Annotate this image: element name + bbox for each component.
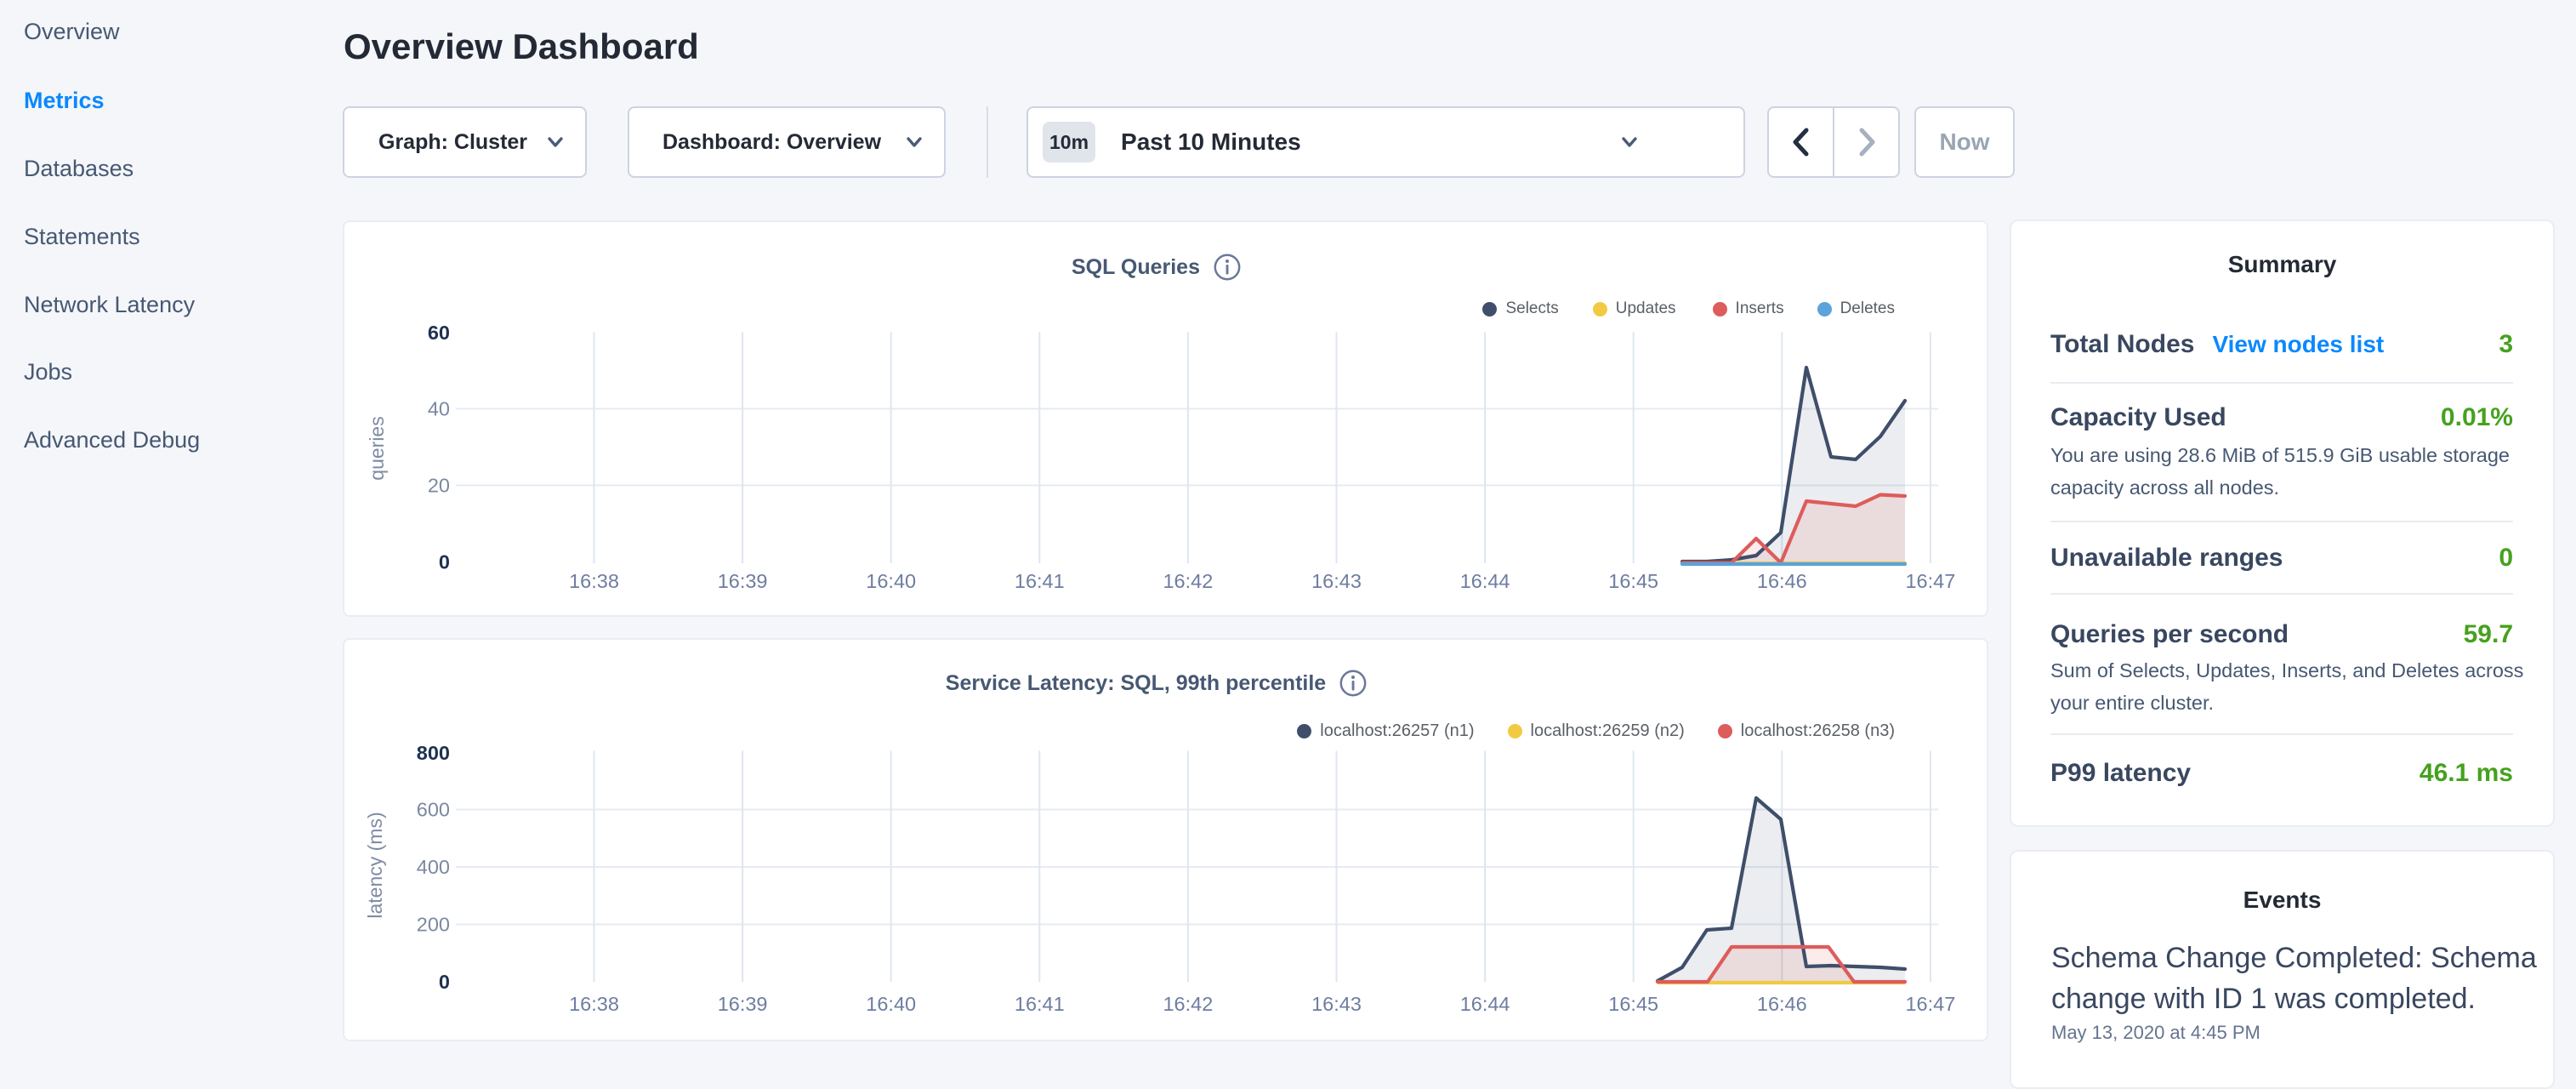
- svg-text:16:47: 16:47: [1905, 570, 1955, 592]
- svg-text:16:42: 16:42: [1163, 570, 1213, 592]
- svg-text:16:40: 16:40: [866, 570, 916, 592]
- svg-text:800: 800: [417, 742, 450, 764]
- svg-text:0: 0: [439, 551, 450, 573]
- svg-text:16:40: 16:40: [866, 993, 916, 1015]
- svg-text:0: 0: [439, 971, 450, 993]
- svg-text:16:46: 16:46: [1757, 993, 1807, 1015]
- svg-text:16:39: 16:39: [718, 570, 768, 592]
- svg-text:16:43: 16:43: [1311, 570, 1362, 592]
- svg-text:16:42: 16:42: [1163, 993, 1213, 1015]
- svg-text:queries: queries: [366, 416, 388, 480]
- svg-text:20: 20: [428, 475, 450, 497]
- svg-text:600: 600: [417, 799, 450, 821]
- svg-text:16:44: 16:44: [1460, 993, 1510, 1015]
- svg-text:400: 400: [417, 856, 450, 878]
- svg-text:200: 200: [417, 914, 450, 936]
- svg-text:16:46: 16:46: [1757, 570, 1807, 592]
- svg-text:16:41: 16:41: [1015, 570, 1065, 592]
- svg-text:60: 60: [428, 322, 450, 344]
- svg-text:16:47: 16:47: [1905, 993, 1955, 1015]
- svg-text:16:39: 16:39: [718, 993, 768, 1015]
- svg-text:16:38: 16:38: [569, 993, 619, 1015]
- svg-text:16:38: 16:38: [569, 570, 619, 592]
- svg-text:16:45: 16:45: [1608, 570, 1658, 592]
- svg-text:16:43: 16:43: [1311, 993, 1362, 1015]
- svg-text:16:41: 16:41: [1015, 993, 1065, 1015]
- svg-text:16:44: 16:44: [1460, 570, 1510, 592]
- svg-text:latency (ms): latency (ms): [364, 812, 386, 918]
- svg-text:16:45: 16:45: [1608, 993, 1658, 1015]
- svg-text:40: 40: [428, 398, 450, 420]
